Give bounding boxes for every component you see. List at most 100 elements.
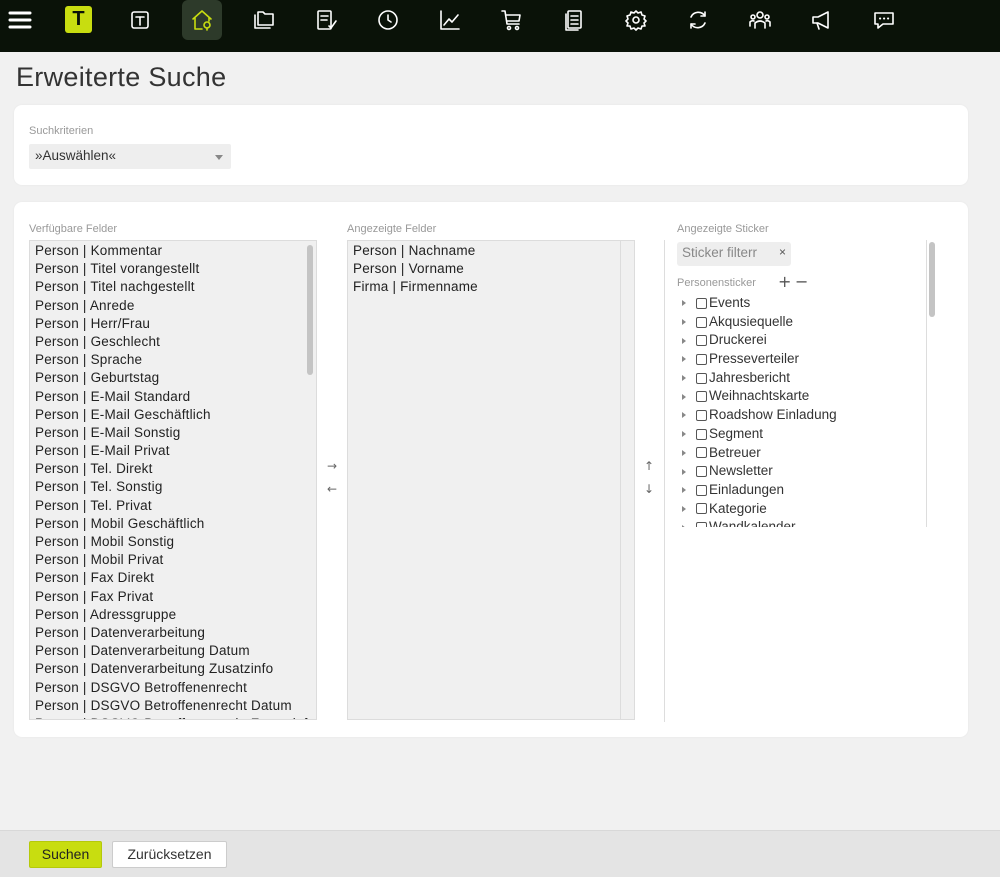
sticker-checkbox[interactable] <box>696 316 707 328</box>
expand-triangle-icon[interactable] <box>682 468 686 475</box>
list-item[interactable]: Person | Geschlecht <box>30 333 302 351</box>
expand-all-icon[interactable]: + <box>778 272 791 291</box>
sticker-checkbox[interactable] <box>696 297 707 309</box>
list-item[interactable]: Person | Mobil Sonstig <box>30 533 302 551</box>
megaphone-icon[interactable] <box>802 0 842 40</box>
list-item[interactable]: Person | Vorname <box>348 260 618 278</box>
sticker-tree-item[interactable]: Roadshow Einladung <box>680 406 920 425</box>
refresh-icon[interactable] <box>678 0 718 40</box>
expand-triangle-icon[interactable] <box>682 449 686 456</box>
expand-triangle-icon[interactable] <box>682 524 686 527</box>
list-item[interactable]: Person | Tel. Direkt <box>30 460 302 478</box>
list-item[interactable]: Person | E-Mail Geschäftlich <box>30 406 302 424</box>
sticker-tree-item[interactable]: Akqusiequelle <box>680 313 920 332</box>
available-fields-scrollbar[interactable] <box>306 243 314 717</box>
sticker-checkbox[interactable] <box>696 353 707 365</box>
sticker-scrollbar[interactable] <box>926 240 938 527</box>
list-item[interactable]: Person | E-Mail Standard <box>30 388 302 406</box>
sticker-checkbox[interactable] <box>696 522 707 527</box>
move-up-arrow-icon[interactable]: ↑ <box>642 459 656 473</box>
clear-filter-icon[interactable]: × <box>779 245 786 259</box>
sticker-checkbox[interactable] <box>696 409 707 421</box>
expand-triangle-icon[interactable] <box>682 487 686 494</box>
expand-triangle-icon[interactable] <box>682 300 686 307</box>
sticker-tree-item[interactable]: Weihnachtskarte <box>680 387 920 406</box>
sticker-filter-input[interactable]: Sticker filterr × <box>677 242 791 266</box>
list-item[interactable]: Person | E-Mail Privat <box>30 442 302 460</box>
list-item[interactable]: Person | Fax Direkt <box>30 569 302 587</box>
expand-triangle-icon[interactable] <box>682 337 686 344</box>
list-item[interactable]: Person | E-Mail Sonstig <box>30 424 302 442</box>
collapse-all-icon[interactable]: − <box>795 272 808 291</box>
expand-triangle-icon[interactable] <box>682 356 686 363</box>
sticker-checkbox[interactable] <box>696 484 707 496</box>
checklist-icon[interactable] <box>306 0 346 40</box>
list-item[interactable]: Person | DSGVO Betroffenenrecht Datum <box>30 697 302 715</box>
list-item[interactable]: Person | Nachname <box>348 242 618 260</box>
list-item[interactable]: Person | Herr/Frau <box>30 315 302 333</box>
sticker-tree-item[interactable]: Kategorie <box>680 500 920 519</box>
sticker-tree-item[interactable]: Segment <box>680 425 920 444</box>
cart-icon[interactable] <box>492 0 532 40</box>
menu-icon[interactable] <box>0 0 40 40</box>
sticker-tree-item[interactable]: Newsletter <box>680 462 920 481</box>
list-item[interactable]: Person | Geburtstag <box>30 369 302 387</box>
expand-triangle-icon[interactable] <box>682 319 686 326</box>
list-item[interactable]: Person | Fax Privat <box>30 588 302 606</box>
clock-icon[interactable] <box>368 0 408 40</box>
search-criteria-select[interactable]: »Auswählen« <box>29 144 231 169</box>
list-item[interactable]: Person | Mobil Geschäftlich <box>30 515 302 533</box>
list-item[interactable]: Firma | Firmenname <box>348 278 618 296</box>
expand-triangle-icon[interactable] <box>682 431 686 438</box>
sticker-checkbox[interactable] <box>696 372 707 384</box>
list-item[interactable]: Person | Anrede <box>30 297 302 315</box>
expand-triangle-icon[interactable] <box>682 505 686 512</box>
gear-icon[interactable] <box>616 0 656 40</box>
expand-triangle-icon[interactable] <box>682 393 686 400</box>
remove-field-arrow-icon[interactable]: ← <box>325 482 339 496</box>
list-item[interactable]: Person | Kommentar <box>30 242 302 260</box>
list-item[interactable]: Person | Adressgruppe <box>30 606 302 624</box>
list-item[interactable]: Person | Datenverarbeitung <box>30 624 302 642</box>
sticker-checkbox[interactable] <box>696 466 707 478</box>
sticker-tree-item[interactable]: Druckerei <box>680 331 920 350</box>
list-item[interactable]: Person | Tel. Sonstig <box>30 478 302 496</box>
available-fields-list[interactable]: Person | Kommentar Person | Titel vorange… <box>29 240 317 720</box>
move-down-arrow-icon[interactable]: ↓ <box>642 482 656 496</box>
documents-icon[interactable] <box>554 0 594 40</box>
users-icon[interactable] <box>740 0 780 40</box>
sticker-tree-item[interactable]: Wandkalender <box>680 518 920 527</box>
search-button[interactable]: Suchen <box>29 841 102 868</box>
sticker-tree-item[interactable]: Presseverteiler <box>680 350 920 369</box>
scrollbar-thumb[interactable] <box>307 245 313 375</box>
list-item[interactable]: Person | Datenverarbeitung Zusatzinfo <box>30 660 302 678</box>
sticker-tree-item[interactable]: Events <box>680 294 920 313</box>
list-item[interactable]: Person | DSGVO Betroffenenrecht Zusatzin… <box>30 715 315 719</box>
expand-triangle-icon[interactable] <box>682 375 686 382</box>
list-item[interactable]: Person | Titel nachgestellt <box>30 278 302 296</box>
list-item[interactable]: Person | Tel. Privat <box>30 497 302 515</box>
sticker-checkbox[interactable] <box>696 335 707 347</box>
sticker-checkbox[interactable] <box>696 391 707 403</box>
chart-icon[interactable] <box>430 0 470 40</box>
sticker-tree-item[interactable]: Einladungen <box>680 481 920 500</box>
reset-button[interactable]: Zurücksetzen <box>112 841 227 868</box>
folders-icon[interactable] <box>244 0 284 40</box>
list-item[interactable]: Person | Sprache <box>30 351 302 369</box>
app-logo[interactable]: T <box>65 6 92 33</box>
home-location-icon[interactable] <box>182 0 222 40</box>
list-item[interactable]: Person | Titel vorangestellt <box>30 260 302 278</box>
sticker-checkbox[interactable] <box>696 447 707 459</box>
sticker-tree-item[interactable]: Betreuer <box>680 444 920 463</box>
chat-icon[interactable] <box>864 0 904 40</box>
sticker-checkbox[interactable] <box>696 428 707 440</box>
list-item[interactable]: Person | Datenverarbeitung Datum <box>30 642 302 660</box>
displayed-fields-list[interactable]: Person | Nachname Person | Vorname Firma |… <box>347 240 635 720</box>
sticker-checkbox[interactable] <box>696 503 707 515</box>
text-icon[interactable] <box>120 0 160 40</box>
expand-triangle-icon[interactable] <box>682 412 686 419</box>
add-field-arrow-icon[interactable]: → <box>325 459 339 473</box>
list-item[interactable]: Person | DSGVO Betroffenenrecht <box>30 679 302 697</box>
scrollbar-thumb[interactable] <box>929 242 935 317</box>
displayed-fields-scrollbar[interactable] <box>620 241 634 719</box>
